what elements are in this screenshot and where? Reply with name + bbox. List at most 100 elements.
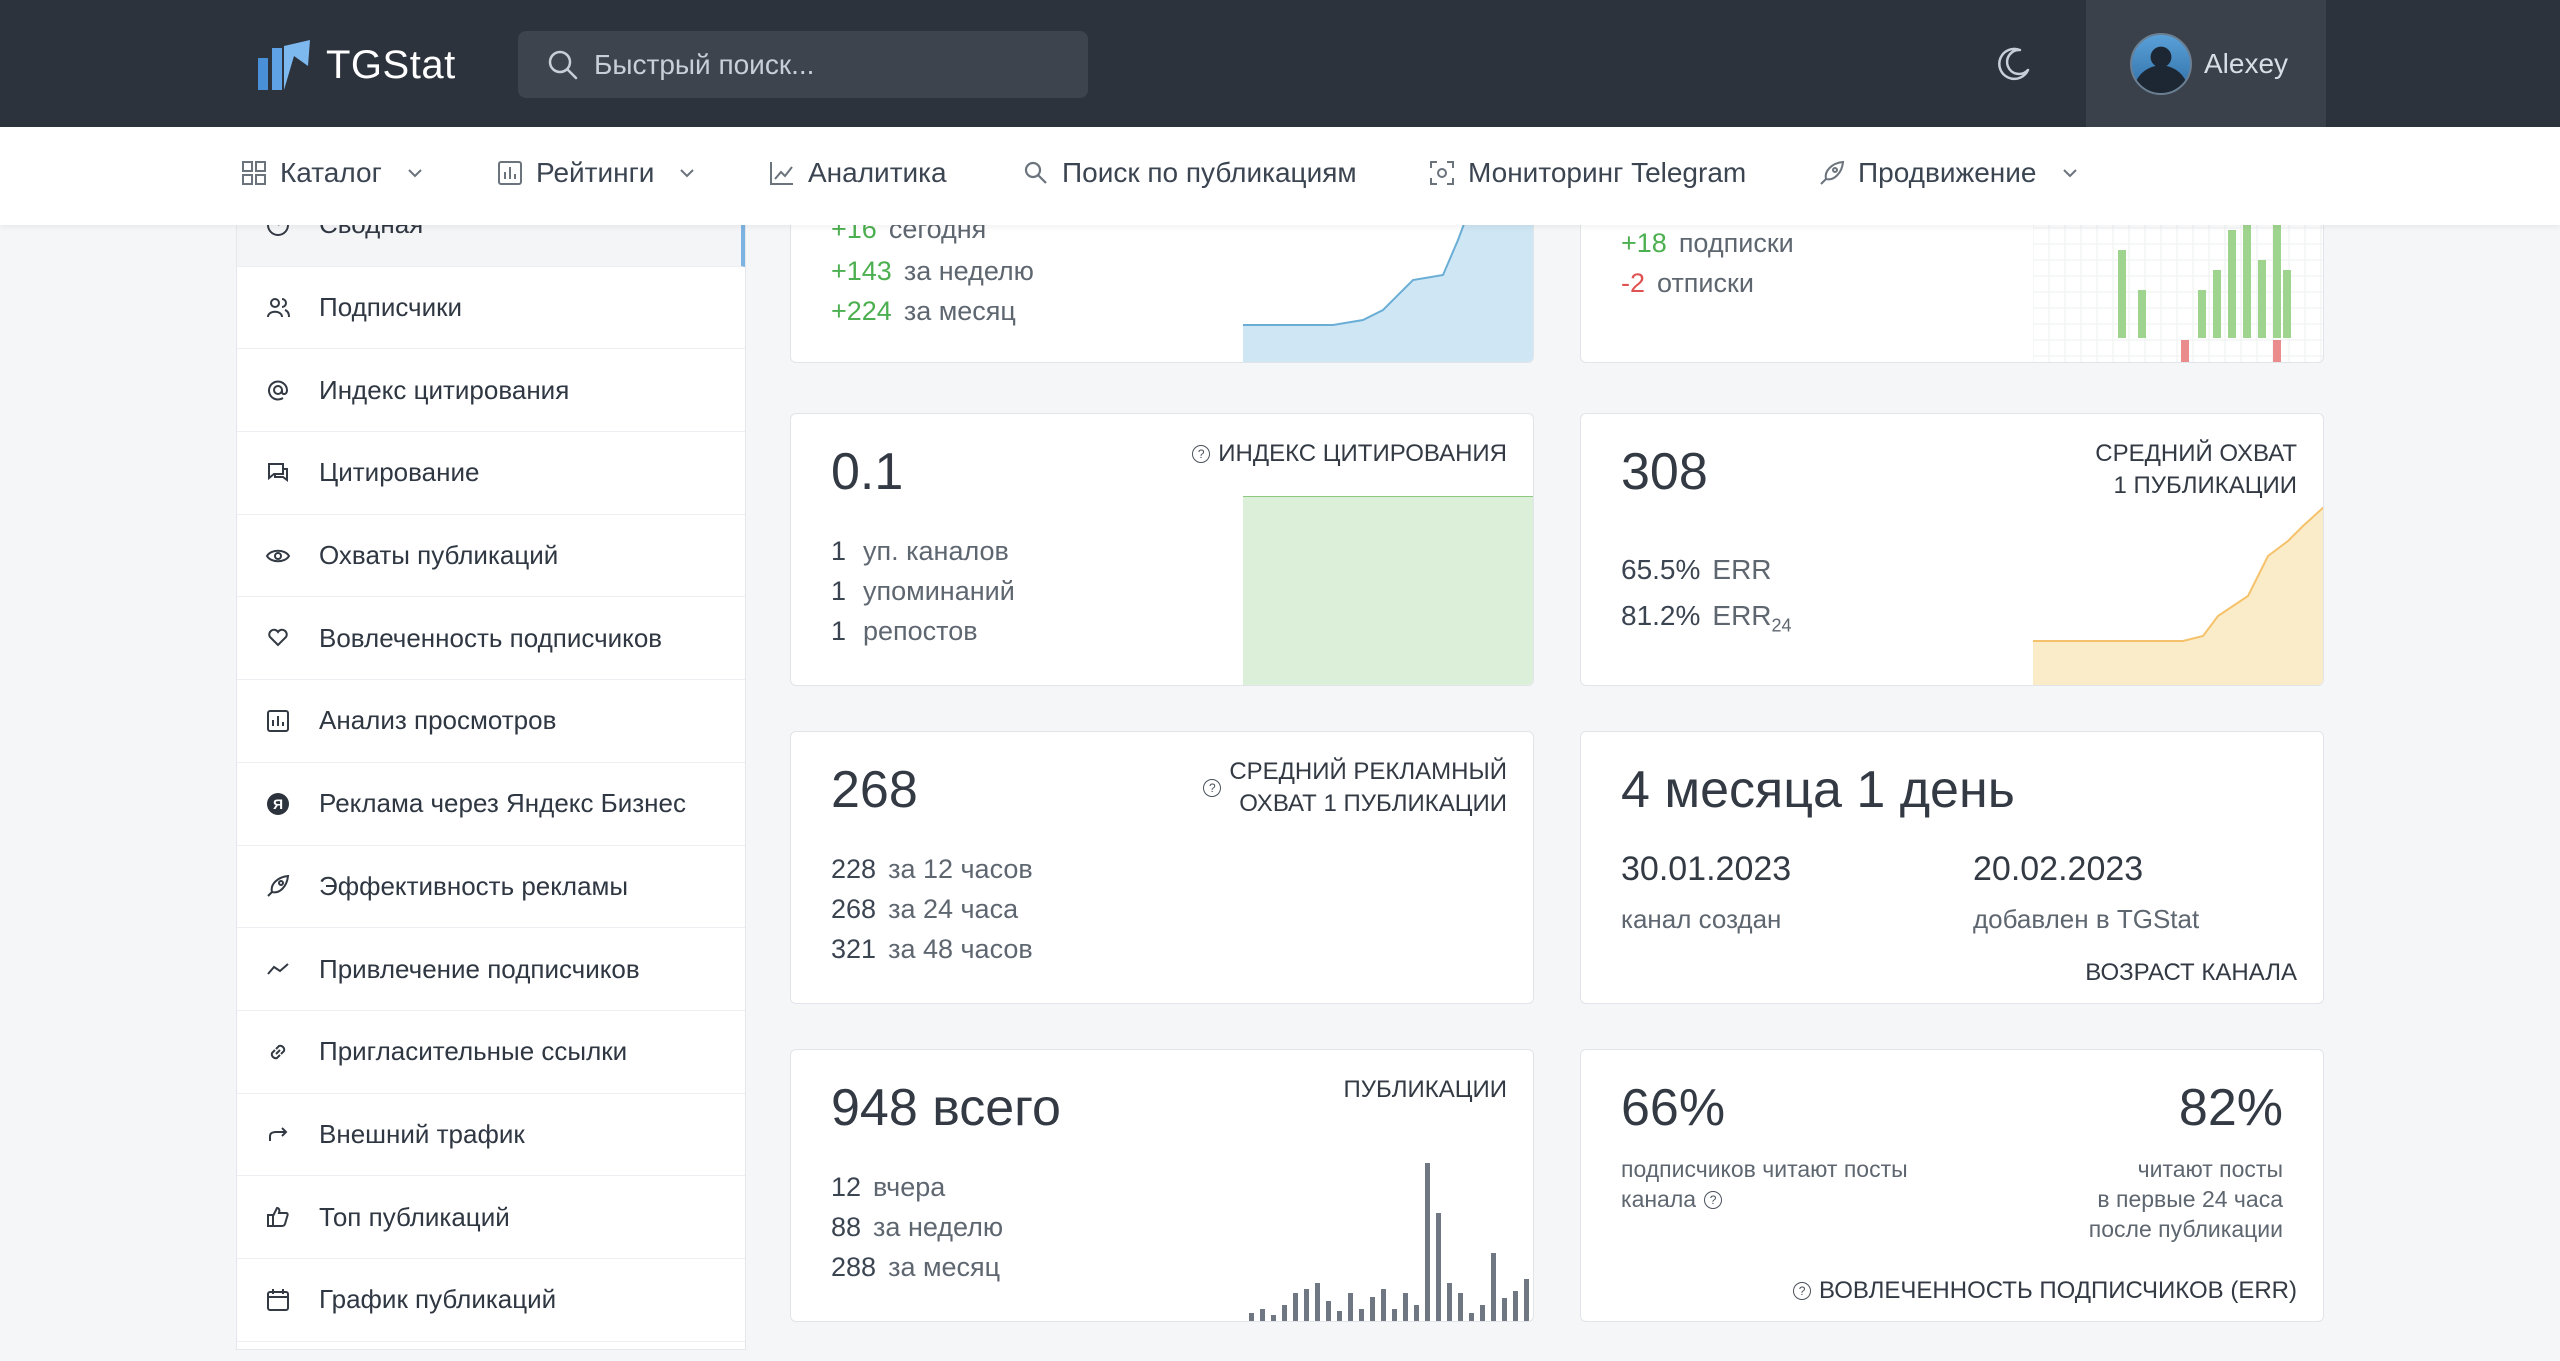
card-title: СРЕДНИЙ ОХВАТ 1 ПУБЛИКАЦИИ (2095, 438, 2297, 502)
card-title-text: СРЕДНИЙ РЕКЛАМНЫЙ ОХВАТ 1 ПУБЛИКАЦИИ (1229, 756, 1507, 820)
stat-label: за неделю (873, 1212, 1004, 1242)
link-icon (270, 1044, 286, 1059)
avg-reach-value: 308 (1621, 443, 1708, 501)
added-label: добавлен в TGStat (1973, 904, 2200, 934)
sidebar-item-label: Подписчики (319, 292, 463, 323)
sidebar-item-acquisition[interactable]: Привлечение подписчиков (237, 928, 745, 1011)
nav-post-search[interactable]: Поиск по публикациям (1022, 157, 1357, 189)
posts-bar-chart (1249, 1163, 1529, 1321)
posts-bar (1337, 1311, 1342, 1321)
sidebar-item-label: Цитирование (319, 457, 480, 488)
unsubs-bar (2181, 340, 2189, 362)
stat-row: 268 за 24 часа (831, 894, 1018, 925)
nav-catalog[interactable]: Каталог (240, 157, 426, 189)
user-menu[interactable]: Alexey (2086, 0, 2326, 127)
chat-icon (268, 462, 288, 482)
thumbs-up-icon (267, 1207, 289, 1228)
engagement-card: 66% подписчиков читают посты канала ? 82… (1580, 1049, 2324, 1322)
logo-text: TGStat (326, 42, 456, 87)
help-icon[interactable]: ? (1192, 445, 1211, 463)
sidebar-item-yandex-ads[interactable]: Я Реклама через Яндекс Бизнес (237, 763, 745, 846)
stat-row: 1 уп. каналов (831, 536, 1009, 567)
read-rate-label-text: канала (1621, 1186, 1697, 1212)
added-date: 20.02.2023 (1973, 850, 2144, 888)
nav-analytics[interactable]: Аналитика (768, 157, 947, 189)
card-title: ? ВОВЛЕЧЕННОСТЬ ПОДПИСЧИКОВ (ERR) (1793, 1275, 2297, 1307)
monitor-icon (1430, 161, 1454, 185)
chevron-down-icon (408, 169, 422, 178)
read-rate-label-line2: канала ? (1621, 1186, 1723, 1213)
stat-value: 1 (831, 576, 847, 606)
stat-label: за месяц (903, 296, 1016, 326)
help-icon[interactable]: ? (1203, 779, 1222, 797)
stat-label: за 48 часов (888, 934, 1033, 964)
sidebar-item-post-schedule[interactable]: График публикаций (237, 1259, 745, 1342)
stat-row: 1 упоминаний (831, 576, 1015, 607)
stat-value: -2 (1621, 268, 1646, 298)
stat-label: за месяц (888, 1252, 1001, 1282)
rocket-icon (267, 875, 290, 898)
posts-bar (1260, 1309, 1265, 1321)
err-label: ERR (1712, 554, 1772, 585)
tgstat-logo-icon (258, 40, 310, 90)
nav-promotion[interactable]: Продвижение (1818, 157, 2081, 189)
posts-bar (1348, 1293, 1353, 1321)
avatar (2130, 32, 2192, 95)
posts-bar (1436, 1213, 1441, 1321)
title-line: СРЕДНИЙ РЕКЛАМНЫЙ (1229, 758, 1507, 785)
username: Alexey (2204, 47, 2289, 79)
sidebar-item-ad-efficiency[interactable]: Эффективность рекламы (237, 846, 745, 929)
subs-bar (2138, 290, 2146, 338)
ad-reach-card: 268 ? СРЕДНИЙ РЕКЛАМНЫЙ ОХВАТ 1 ПУБЛИКАЦИ… (790, 731, 1534, 1004)
stat-value: 88 (831, 1212, 862, 1242)
card-title-text: СРЕДНИЙ ОХВАТ 1 ПУБЛИКАЦИИ (2095, 438, 2297, 502)
sidebar-item-invite-links[interactable]: Пригласительные ссылки (237, 1011, 745, 1094)
sidebar-item-views-analysis[interactable]: Анализ просмотров (237, 680, 745, 763)
posts-bar (1469, 1313, 1474, 1321)
sidebar-item-subscribers[interactable]: Подписчики (237, 267, 745, 350)
read-rate-label: подписчиков читают посты (1621, 1156, 1908, 1182)
stat-row: 12 вчера (831, 1172, 945, 1203)
posts-bar (1315, 1283, 1320, 1321)
unsubs-bar (2273, 340, 2281, 362)
help-icon[interactable]: ? (1704, 1190, 1723, 1209)
stat-label: за 24 часа (888, 894, 1019, 924)
sidebar-item-top-posts[interactable]: Топ публикаций (237, 1176, 745, 1259)
stat-row: 228 за 12 часов (831, 854, 1033, 885)
posts-bar (1249, 1313, 1254, 1321)
logo[interactable]: TGStat (254, 36, 456, 94)
stat-row: 1 репостов (831, 616, 978, 647)
nav-label: Поиск по публикациям (1062, 157, 1357, 188)
sidebar-item-label: Внешний трафик (319, 1118, 525, 1149)
posts-bar (1381, 1289, 1386, 1321)
sidebar-item-label: Пригласительные ссылки (319, 1036, 628, 1067)
help-icon[interactable]: ? (1793, 1282, 1812, 1300)
stat-value: +143 (831, 256, 892, 286)
users-icon (267, 297, 290, 317)
stat-value: 1 (831, 536, 847, 566)
sidebar-item-engagement[interactable]: Вовлеченность подписчиков (237, 597, 745, 681)
nav-ratings[interactable]: Рейтинги (496, 157, 698, 189)
moon-icon[interactable] (1994, 44, 2034, 84)
title-line: СРЕДНИЙ ОХВАТ (2095, 440, 2297, 467)
search-input[interactable] (594, 48, 1014, 81)
subs-bar (2283, 270, 2291, 338)
card-title: ? СРЕДНИЙ РЕКЛАМНЫЙ ОХВАТ 1 ПУБЛИКАЦИИ (1203, 756, 1507, 820)
err24-row: 81.2% ERR24 (1621, 600, 1792, 637)
nav-monitoring[interactable]: Мониторинг Telegram (1428, 157, 1746, 189)
posts-bar (1458, 1293, 1463, 1321)
stat-row: 288 за месяц (831, 1252, 1000, 1283)
sidebar-item-post-reach[interactable]: Охваты публикаций (237, 515, 745, 598)
posts-bar (1392, 1309, 1397, 1321)
sidebar-item-external-traffic[interactable]: Внешний трафик (237, 1094, 745, 1177)
sidebar-item-citation-index[interactable]: Индекс цитирования (237, 349, 745, 433)
channel-age-value: 4 месяца 1 день (1621, 761, 2015, 819)
search-box[interactable] (518, 31, 1088, 98)
trend-icon (267, 963, 289, 975)
sidebar-item-citation[interactable]: Цитирование (237, 432, 745, 515)
stat-row: +143 за неделю (831, 256, 1034, 287)
search-icon (548, 50, 578, 79)
sidebar-item-label: Эффективность рекламы (319, 870, 629, 901)
sidebar-item-label: Реклама через Яндекс Бизнес (319, 788, 686, 819)
stat-row: -2 отписки (1621, 268, 1754, 299)
